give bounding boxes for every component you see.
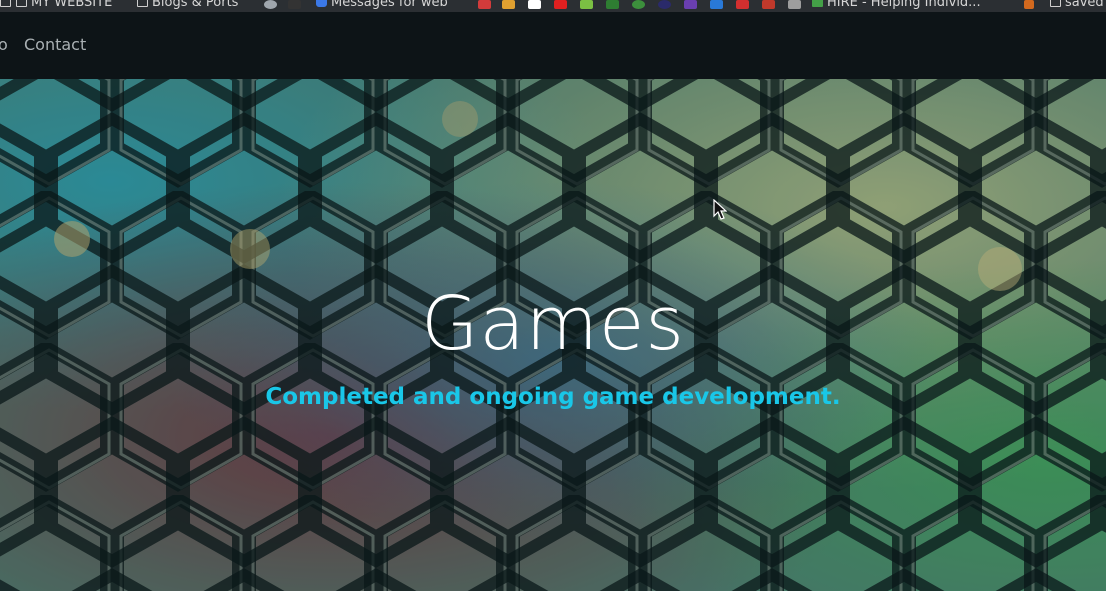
folder-icon — [0, 0, 11, 7]
bookmark-cutoff[interactable] — [0, 0, 15, 11]
bookmark-icon[interactable] — [502, 0, 515, 9]
bookmark-icon[interactable] — [632, 0, 645, 9]
site-icon[interactable] — [264, 0, 277, 9]
bookmark-icon[interactable] — [580, 0, 593, 9]
bookmark-icon[interactable] — [736, 0, 749, 9]
bookmark-icon[interactable] — [658, 0, 671, 9]
bookmark-blogs-ports[interactable]: Blogs & Ports — [137, 0, 238, 11]
bookmark-icon[interactable] — [528, 0, 541, 9]
folder-icon — [1050, 0, 1061, 7]
site-navbar: o Contact — [0, 12, 1106, 79]
bookmark-saved[interactable]: saved — [1050, 0, 1104, 11]
hero-banner: Games Completed and ongoing game develop… — [0, 79, 1106, 591]
nav-link-partial[interactable]: o — [0, 35, 8, 54]
youtube-icon[interactable] — [554, 0, 567, 9]
bookmark-label: saved — [1065, 0, 1104, 10]
bookmark-icon[interactable] — [478, 0, 491, 9]
mouse-cursor-icon — [713, 199, 727, 220]
bookmark-icon[interactable] — [684, 0, 697, 9]
bookmark-icon[interactable] — [788, 0, 801, 9]
bookmarks-bar: MY WEBSITE Blogs & Ports Messages for we… — [0, 0, 1106, 12]
bookmark-icon[interactable] — [606, 0, 619, 9]
bookmark-label: Blogs & Ports — [152, 0, 239, 10]
github-icon[interactable] — [288, 0, 301, 9]
page-subtitle: Completed and ongoing game development. — [265, 384, 841, 410]
bookmark-icon[interactable] — [710, 0, 723, 9]
bookmark-my-website[interactable]: MY WEBSITE — [16, 0, 112, 11]
folder-icon — [16, 0, 27, 7]
site-icon — [812, 0, 823, 7]
bookmark-label: MY WEBSITE — [31, 0, 113, 10]
bookmark-icon[interactable] — [1024, 0, 1034, 9]
messages-icon — [316, 0, 327, 7]
bookmark-label: HIRE - Helping Individ... — [827, 0, 981, 10]
page-title: Games — [421, 281, 685, 367]
bookmark-label: Messages for web — [331, 0, 448, 10]
nav-link-contact[interactable]: Contact — [24, 35, 86, 54]
bookmark-messages[interactable]: Messages for web — [316, 0, 448, 11]
gmail-icon[interactable] — [762, 0, 775, 9]
bookmark-hire[interactable]: HIRE - Helping Individ... — [812, 0, 981, 11]
folder-icon — [137, 0, 148, 7]
